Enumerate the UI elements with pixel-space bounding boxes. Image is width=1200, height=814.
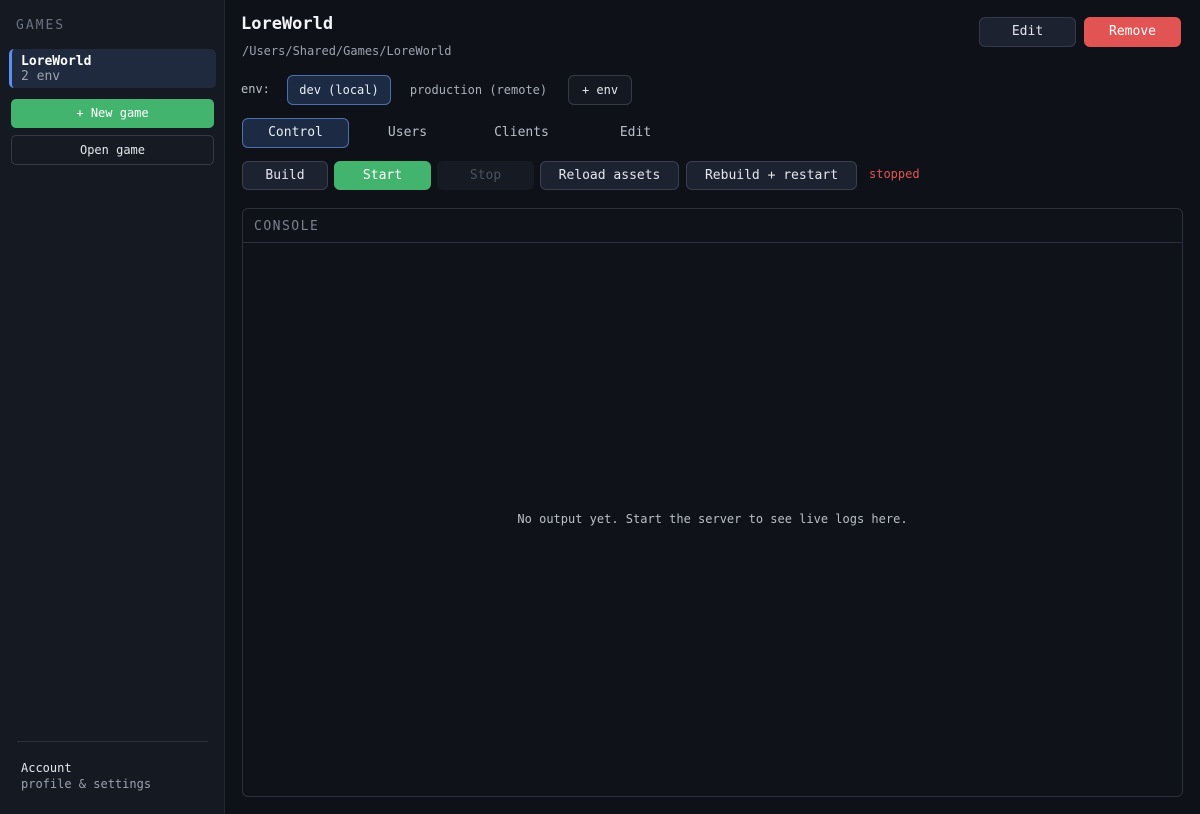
reload-assets-button[interactable]: Reload assets bbox=[540, 161, 679, 190]
console-panel[interactable]: CONSOLE No output yet. Start the server … bbox=[242, 208, 1183, 797]
new-game-button[interactable]: + New game bbox=[11, 99, 214, 128]
game-path: /Users/Shared/Games/LoreWorld bbox=[242, 44, 452, 58]
page-title: LoreWorld bbox=[241, 14, 334, 34]
stop-button: Stop bbox=[437, 161, 534, 190]
rebuild-restart-button[interactable]: Rebuild + restart bbox=[686, 161, 857, 190]
console-title: CONSOLE bbox=[243, 209, 1182, 243]
tab-clients[interactable]: Clients bbox=[468, 118, 575, 148]
tab-users[interactable]: Users bbox=[354, 118, 461, 148]
env-chip-dev[interactable]: dev (local) bbox=[287, 75, 391, 105]
server-status: stopped bbox=[869, 167, 920, 181]
sidebar-divider bbox=[17, 741, 208, 742]
start-button[interactable]: Start bbox=[334, 161, 431, 190]
account-link[interactable]: Account profile & settings bbox=[21, 760, 151, 792]
build-button[interactable]: Build bbox=[242, 161, 328, 190]
add-env-button[interactable]: + env bbox=[568, 75, 632, 105]
env-chip-production[interactable]: production (remote) bbox=[397, 75, 560, 105]
sidebar: GAMES LoreWorld 2 env + New game Open ga… bbox=[0, 0, 225, 814]
sidebar-heading: GAMES bbox=[16, 18, 66, 33]
account-subtitle: profile & settings bbox=[21, 777, 152, 791]
game-env-count: 2 env bbox=[21, 69, 61, 84]
game-name: LoreWorld bbox=[21, 54, 92, 69]
tab-control[interactable]: Control bbox=[242, 118, 349, 148]
remove-button[interactable]: Remove bbox=[1084, 17, 1181, 47]
console-empty-message: No output yet. Start the server to see l… bbox=[517, 512, 908, 526]
open-game-button[interactable]: Open game bbox=[11, 135, 214, 165]
env-label: env: bbox=[241, 82, 270, 96]
sidebar-item-loreworld[interactable]: LoreWorld 2 env bbox=[9, 49, 216, 88]
edit-button[interactable]: Edit bbox=[979, 17, 1076, 47]
account-title: Account bbox=[21, 761, 72, 775]
tab-edit[interactable]: Edit bbox=[582, 118, 689, 148]
